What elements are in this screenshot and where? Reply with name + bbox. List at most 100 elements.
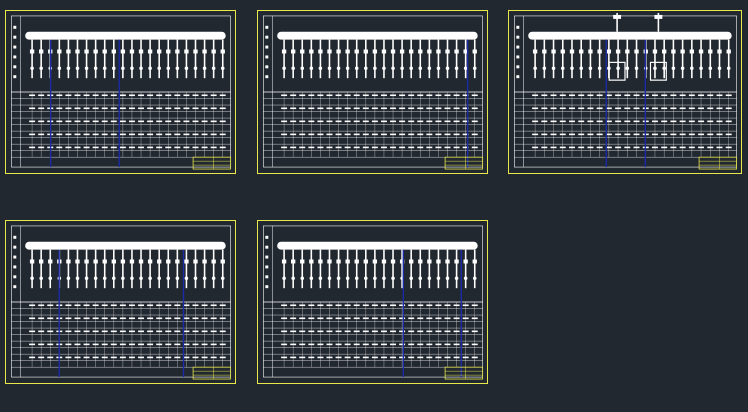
meter-symbol xyxy=(345,66,350,71)
drawing-sheet-4[interactable] xyxy=(5,220,236,384)
meter-symbol xyxy=(202,66,207,71)
table-cell-text xyxy=(471,330,478,333)
table-cell-text xyxy=(201,330,208,333)
table-cell-text xyxy=(453,330,460,333)
table-cell-text xyxy=(165,107,172,110)
single-line-diagram-5 xyxy=(263,225,484,380)
table-cell-text xyxy=(371,304,378,307)
table-cell-text xyxy=(38,133,45,136)
breaker-symbol xyxy=(175,259,180,264)
table-cell-text xyxy=(281,330,288,333)
table-cell-text xyxy=(399,317,406,320)
table-cell-text xyxy=(408,94,415,97)
table-cell-text xyxy=(138,133,144,136)
table-cell-text xyxy=(707,120,714,123)
table-cell-text xyxy=(65,304,72,307)
table-cell-text xyxy=(698,133,705,136)
table-cell-text xyxy=(174,94,181,97)
table-cell-text xyxy=(399,120,406,123)
table-cell-text xyxy=(471,107,478,110)
table-cell-text xyxy=(92,94,99,97)
table-cell-text xyxy=(101,146,108,149)
legend-marker xyxy=(13,65,17,69)
table-cell-text xyxy=(688,133,695,136)
table-cell-text xyxy=(192,343,199,346)
breaker-symbol xyxy=(318,49,323,54)
table-cell-text xyxy=(399,94,406,97)
breaker-symbol xyxy=(84,49,89,54)
table-cell-text xyxy=(65,120,72,123)
table-cell-text xyxy=(174,107,181,110)
legend-marker xyxy=(265,55,269,59)
table-cell-text xyxy=(661,133,668,136)
table-cell-text xyxy=(128,94,135,97)
table-cell-text xyxy=(444,304,451,307)
breaker-symbol xyxy=(38,259,44,264)
breaker-symbol xyxy=(66,259,71,264)
table-cell-text xyxy=(587,94,594,97)
table-cell-text xyxy=(192,356,199,359)
table-cell-text xyxy=(74,133,81,136)
table-cell-text xyxy=(56,133,63,136)
breaker-symbol xyxy=(445,49,450,54)
breaker-symbol xyxy=(472,49,477,54)
drawing-sheet-5[interactable] xyxy=(257,220,488,384)
meter-symbol xyxy=(318,66,323,71)
breaker-symbol xyxy=(193,259,198,264)
table-cell-text xyxy=(435,94,442,97)
breaker-symbol xyxy=(220,259,225,264)
breaker-symbol xyxy=(717,49,722,54)
table-cell-text xyxy=(128,356,135,359)
drawing-sheet-3[interactable] xyxy=(508,10,742,174)
table-cell-text xyxy=(587,146,594,149)
table-cell-text xyxy=(110,120,117,123)
table-cell-text xyxy=(165,304,172,307)
table-cell-text xyxy=(192,133,199,136)
table-cell-text xyxy=(110,107,117,110)
breaker-symbol xyxy=(93,259,98,264)
table-cell-text xyxy=(119,343,126,346)
breaker-symbol xyxy=(38,49,44,54)
meter-symbol xyxy=(542,66,547,71)
drawing-sheet-2[interactable] xyxy=(257,10,488,174)
table-cell-text xyxy=(210,107,217,110)
breaker-symbol xyxy=(157,259,162,264)
table-cell-text xyxy=(281,107,288,110)
table-cell-text xyxy=(371,330,378,333)
breaker-symbol xyxy=(111,49,116,54)
table-cell-text xyxy=(716,120,723,123)
meter-symbol xyxy=(112,276,116,281)
meter-symbol xyxy=(409,276,413,281)
table-cell-text xyxy=(417,356,424,359)
breaker-symbol xyxy=(427,259,432,264)
table-cell-text xyxy=(101,317,108,320)
legend-marker xyxy=(265,265,269,269)
table-cell-text xyxy=(344,120,351,123)
breaker-symbol xyxy=(157,49,162,54)
legend-marker xyxy=(265,285,269,289)
table-cell-text xyxy=(371,146,378,149)
table-cell-text xyxy=(362,94,369,97)
table-cell-text xyxy=(128,107,135,110)
table-cell-text xyxy=(390,120,396,123)
table-cell-text xyxy=(147,356,154,359)
table-cell-text xyxy=(624,133,631,136)
table-cell-text xyxy=(47,356,54,359)
breaker-symbol xyxy=(551,49,556,54)
table-cell-text xyxy=(426,94,433,97)
table-cell-text xyxy=(390,107,396,110)
breaker-symbol xyxy=(48,259,53,264)
drawing-sheet-1[interactable] xyxy=(5,10,236,174)
table-cell-text xyxy=(65,330,72,333)
breaker-symbol xyxy=(290,49,296,54)
breaker-symbol xyxy=(129,259,135,264)
table-cell-text xyxy=(578,94,585,97)
table-cell-text xyxy=(119,356,126,359)
table-cell-text xyxy=(83,317,90,320)
table-cell-text xyxy=(156,94,163,97)
main-busbar xyxy=(25,241,226,250)
table-cell-text xyxy=(219,304,226,307)
meter-symbol xyxy=(463,276,468,281)
table-cell-text xyxy=(578,146,585,149)
breaker-symbol xyxy=(680,49,685,54)
